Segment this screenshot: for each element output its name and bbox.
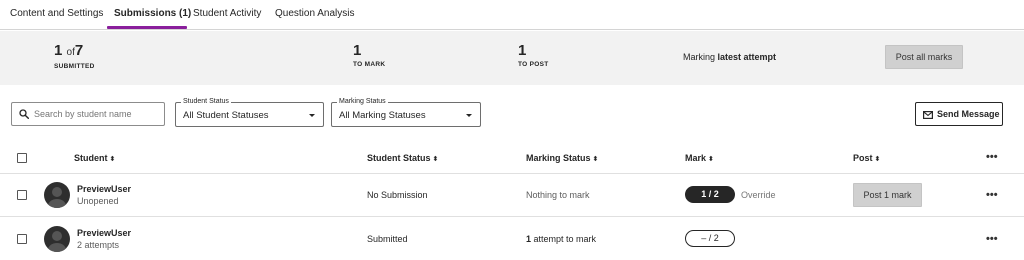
post-mark-button[interactable]: Post 1 mark [853, 183, 922, 207]
mark-pill[interactable]: – / 2 [685, 230, 735, 247]
student-status-cell: Submitted [367, 234, 408, 244]
tab-student-activity[interactable]: Student Activity [193, 8, 261, 19]
sort-icon: ⬍ [592, 156, 599, 163]
sort-icon: ⬍ [109, 156, 116, 163]
student-status-value: All Student Statuses [183, 110, 269, 121]
tab-bar: Content and Settings Submissions (1) Stu… [0, 0, 1024, 30]
submitted-label: SUBMITTED [54, 63, 95, 70]
submitted-count: 1 [54, 42, 63, 59]
tab-question-analysis[interactable]: Question Analysis [275, 8, 355, 19]
row-divider [0, 216, 1024, 217]
row-divider [0, 173, 1024, 174]
sort-icon: ⬍ [708, 156, 714, 163]
student-name[interactable]: PreviewUser [77, 184, 131, 194]
marking-status-select[interactable]: Marking Status All Marking Statuses [331, 98, 481, 127]
column-header-marking-status[interactable]: Marking Status ⬍ [526, 153, 598, 163]
student-detail: Unopened [77, 196, 119, 206]
student-detail: 2 attempts [77, 240, 120, 250]
attempt-count: 1 [526, 234, 532, 244]
marking-status-cell: Nothing to mark [526, 190, 590, 200]
student-status-legend: Student Status [181, 98, 231, 106]
marking-status-cell[interactable]: 1 attempt to mark [526, 234, 596, 244]
attempt-text: attempt to mark [533, 234, 597, 244]
override-link[interactable]: Override [741, 190, 776, 200]
to-mark-stat: 1 TO MARK [353, 42, 386, 69]
student-status-select[interactable]: Student Status All Student Statuses [175, 98, 324, 127]
row-checkbox[interactable] [17, 190, 27, 200]
to-post-stat: 1 TO POST [518, 42, 549, 69]
user-silhouette-icon [48, 231, 66, 252]
submitted-of: of [66, 47, 75, 58]
row-checkbox[interactable] [17, 234, 27, 244]
tab-content-and-settings[interactable]: Content and Settings [10, 8, 103, 19]
marking-mode-link[interactable]: latest attempt [718, 52, 777, 62]
column-header-mark[interactable]: Mark ⬍ [685, 153, 714, 163]
search-icon [19, 109, 29, 119]
submitted-stat: 1 of7 SUBMITTED [54, 42, 95, 71]
active-tab-indicator [107, 26, 187, 29]
search-input[interactable] [34, 106, 160, 122]
submitted-total: 7 [74, 42, 84, 59]
send-message-label: Send Message [937, 109, 1000, 119]
marking-status-legend: Marking Status [337, 98, 388, 106]
marking-prefix: Marking [683, 52, 716, 62]
student-status-cell: No Submission [367, 190, 428, 200]
to-mark-count: 1 [353, 42, 362, 59]
more-options-icon[interactable]: ••• [986, 190, 998, 201]
envelope-icon [923, 111, 933, 119]
chevron-down-icon [309, 114, 315, 117]
sort-icon: ⬍ [874, 156, 881, 163]
user-silhouette-icon [48, 187, 66, 208]
tab-submissions[interactable]: Submissions (1) [114, 8, 191, 19]
avatar [44, 182, 70, 208]
submission-summary: 1 of7 SUBMITTED 1 TO MARK 1 TO POST Mark… [0, 31, 1024, 85]
to-post-count: 1 [518, 42, 527, 59]
send-message-button[interactable]: Send Message [915, 102, 1003, 126]
to-mark-label: TO MARK [353, 61, 386, 68]
to-post-label: TO POST [518, 61, 549, 68]
sort-icon: ⬍ [432, 156, 439, 163]
column-header-post[interactable]: Post ⬍ [853, 153, 880, 163]
post-all-marks-button[interactable]: Post all marks [885, 45, 963, 69]
more-options-icon[interactable]: ••• [986, 152, 998, 163]
chevron-down-icon [466, 114, 472, 117]
column-header-student[interactable]: Student ⬍ [74, 153, 115, 163]
marking-status-value: All Marking Statuses [339, 110, 426, 121]
avatar [44, 226, 70, 252]
select-all-checkbox[interactable] [17, 153, 27, 163]
student-name[interactable]: PreviewUser [77, 228, 131, 238]
more-options-icon[interactable]: ••• [986, 234, 998, 245]
marking-mode-text: Marking latest attempt [683, 52, 776, 62]
search-box[interactable] [11, 102, 165, 126]
mark-pill[interactable]: 1 / 2 [685, 186, 735, 203]
column-header-student-status[interactable]: Student Status ⬍ [367, 153, 438, 163]
